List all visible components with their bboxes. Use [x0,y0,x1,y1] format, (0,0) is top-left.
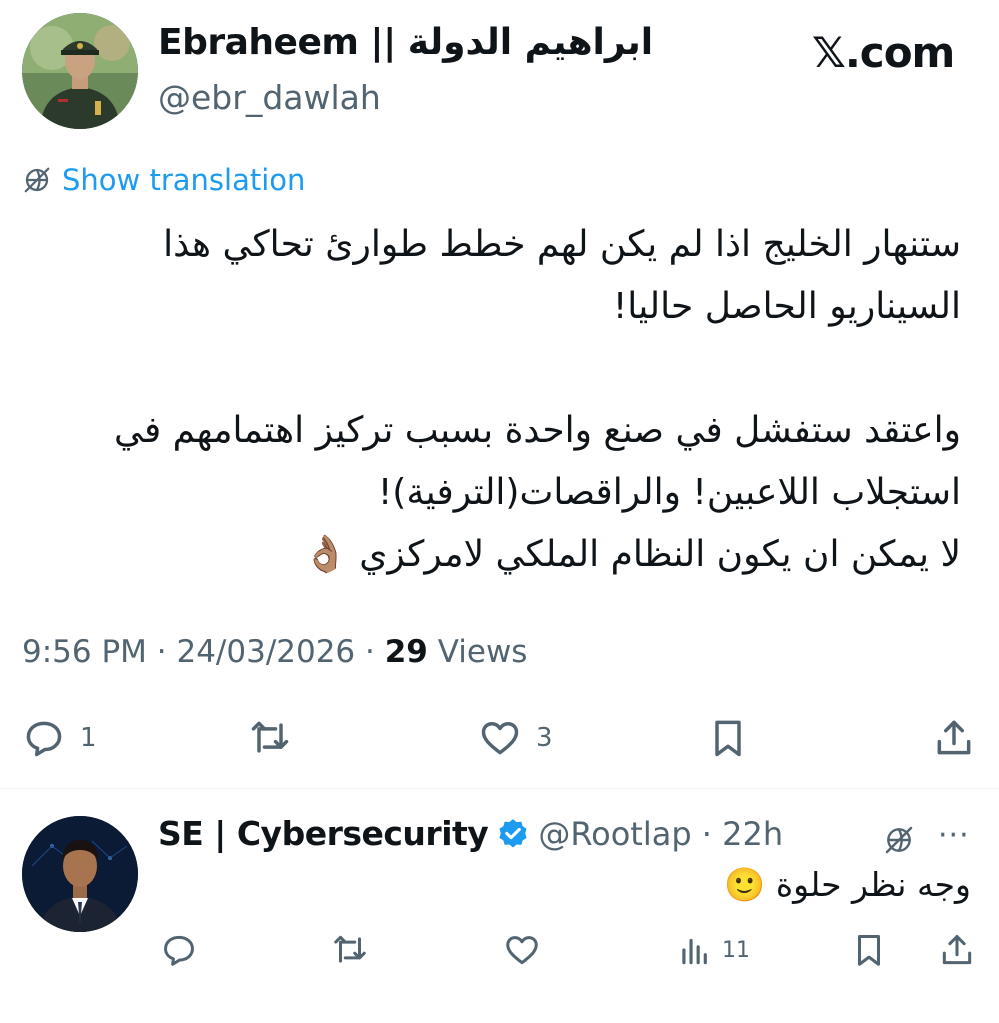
tweet-time[interactable]: 9:56 PM [22,634,147,670]
share-icon [942,935,972,965]
views-count: 29 [384,634,428,670]
tweet-line: لا يمكن ان يكون النظام الملكي لامركزي 👌🏽 [302,534,961,575]
reply-bookmark-button[interactable] [850,931,888,969]
bookmark-button[interactable] [706,716,750,760]
show-translation-label: Show translation [62,163,306,197]
bookmark-icon [715,720,741,757]
reply-count: 1 [80,723,97,753]
reply-text: وجه نظر حلوة 🙂 [724,865,971,904]
share-icon [937,720,971,755]
tweet-line: استجلاب اللاعبين! والراقصات(الترفية)! [377,472,961,513]
reply-retweet-button[interactable] [331,931,369,969]
reply-views-button[interactable]: 11 [676,931,750,969]
more-options-button[interactable]: ··· [938,818,970,853]
globe-slash-icon[interactable] [883,824,915,856]
reply-share-button[interactable] [938,931,976,969]
reply-icon [164,935,194,966]
reply-views-count: 11 [722,937,750,963]
author-avatar[interactable] [22,13,138,129]
heart-icon [481,721,519,755]
reply-author-name[interactable]: SE | Cybersecurity [158,814,489,853]
reply-icon [26,721,62,757]
tweet-date[interactable]: 24/03/2026 [176,634,355,670]
like-count: 3 [536,723,553,753]
divider [0,788,999,789]
meta-separator: · [355,634,385,670]
reply-button[interactable]: 1 [22,716,97,760]
reply-header: SE | Cybersecurity @Rootlap · 22h [158,814,783,853]
share-button[interactable] [932,716,976,760]
retweet-icon [334,935,366,963]
globe-slash-icon [24,167,50,193]
author-handle[interactable]: @ebr_dawlah [158,78,381,117]
bookmark-icon [857,935,881,966]
views-label: Views [427,634,528,670]
tweet-text: ستنهار الخليج اذا لم يكن لهم خطط طوارئ ت… [31,214,961,586]
retweet-icon [251,721,289,753]
author-display-name[interactable]: Ebraheem || ابراهيم الدولة [158,22,654,63]
verified-badge-icon [499,818,527,847]
analytics-icon [682,938,707,965]
retweet-button[interactable] [248,716,306,760]
reply-like-button[interactable] [503,931,541,969]
tweet-line: ستنهار الخليج اذا لم يكن لهم خطط طوارئ ت… [163,224,961,265]
tweet-meta: 9:56 PM · 24/03/2026 · 29 Views [22,634,527,670]
site-logo: 𝕏.com [812,28,955,77]
tweet-line: واعتقد ستفشل في صنع واحدة بسبب تركيز اهت… [114,410,961,451]
tweet-line: السيناريو الحاصل حاليا! [612,286,961,327]
meta-separator: · [146,634,177,670]
reply-author-handle[interactable]: @Rootlap · 22h [538,815,783,853]
heart-icon [506,936,538,965]
show-translation-button[interactable]: Show translation [22,163,305,197]
like-button[interactable]: 3 [478,716,553,760]
reply-author-avatar[interactable] [22,816,138,932]
reply-reply-button[interactable] [160,931,198,969]
